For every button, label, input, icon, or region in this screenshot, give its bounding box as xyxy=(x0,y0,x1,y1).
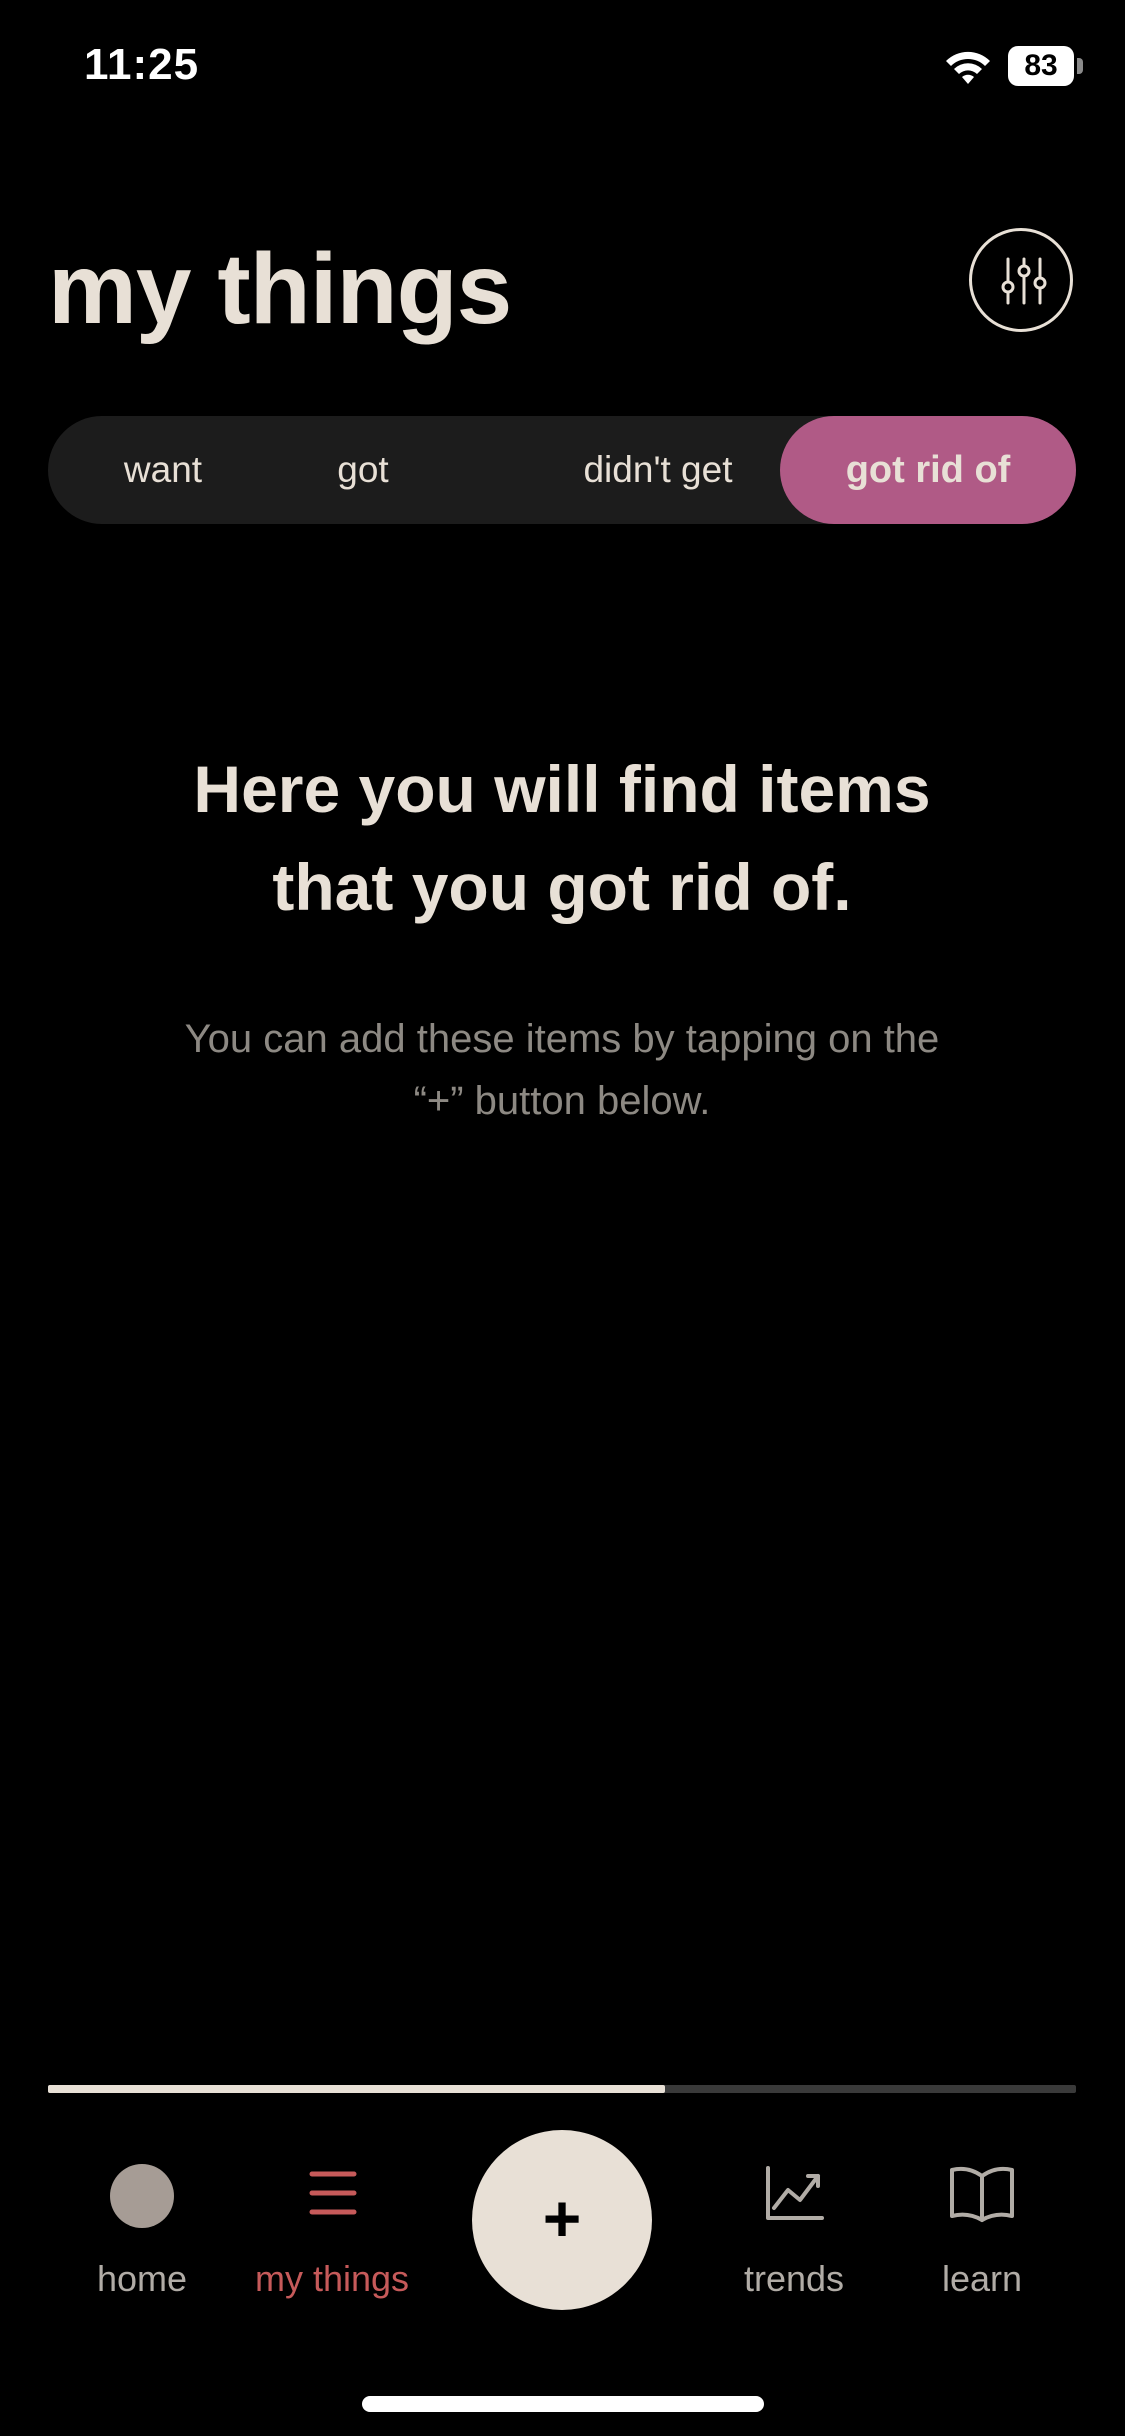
nav-home-icon-wrap xyxy=(42,2160,242,2230)
book-icon xyxy=(950,2166,1014,2222)
list-icon xyxy=(309,2171,357,2215)
empty-state-title-line1: Here you will find items xyxy=(193,752,931,826)
nav-trends-icon-wrap xyxy=(694,2160,894,2230)
nav-home[interactable]: home xyxy=(42,2120,242,2320)
segmented-tabs: want got didn't get got rid of xyxy=(48,416,1076,524)
status-time: 11:25 xyxy=(84,40,200,89)
nav-learn-label: learn xyxy=(941,2258,1023,2299)
empty-state-subtitle: You can add these items by tapping on th… xyxy=(112,1008,1012,1132)
tab-got[interactable]: got xyxy=(298,416,428,524)
tab-didnt-get[interactable]: didn't get xyxy=(508,416,808,524)
trend-chart-icon xyxy=(766,2166,824,2220)
nav-my-things-label: my things xyxy=(254,2258,410,2299)
nav-home-label: home xyxy=(96,2258,188,2299)
empty-state-title-line2: that you got rid of. xyxy=(272,850,852,924)
nav-learn-icon-wrap xyxy=(882,2160,1082,2230)
empty-state-subtitle-line1: You can add these items by tapping on th… xyxy=(184,1017,940,1061)
empty-state-subtitle-line2: “+” button below. xyxy=(413,1079,711,1123)
progress-track xyxy=(48,2085,1076,2093)
add-item-button[interactable]: + xyxy=(472,2130,652,2310)
battery-nub xyxy=(1077,58,1083,74)
progress-fill xyxy=(48,2085,665,2093)
page-title: my things xyxy=(48,233,512,345)
sliders-icon xyxy=(1001,257,1047,305)
nav-learn[interactable]: learn xyxy=(882,2120,1082,2320)
avatar-icon xyxy=(110,2164,174,2228)
filter-button[interactable] xyxy=(969,228,1073,332)
tab-got-rid-of[interactable]: got rid of xyxy=(780,416,1076,524)
empty-state-title: Here you will find items that you got ri… xyxy=(62,740,1062,936)
wifi-icon xyxy=(946,51,990,84)
nav-my-things-icon-wrap xyxy=(232,2160,432,2230)
tab-want[interactable]: want xyxy=(88,416,238,524)
nav-trends[interactable]: trends xyxy=(694,2120,894,2320)
status-bar: 11:25 83 xyxy=(0,0,1125,140)
nav-my-things[interactable]: my things xyxy=(232,2120,432,2320)
battery-indicator: 83 xyxy=(1008,46,1074,86)
home-indicator[interactable] xyxy=(362,2396,764,2412)
nav-trends-label: trends xyxy=(743,2258,845,2299)
